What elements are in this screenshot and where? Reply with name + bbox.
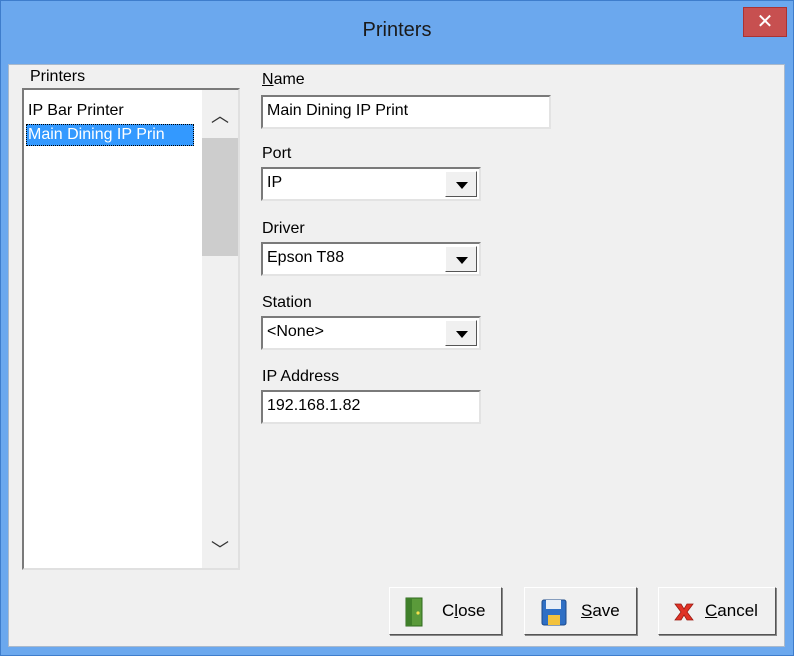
- list-scrollbar[interactable]: ︿ ﹀: [202, 90, 238, 568]
- scroll-down-arrow-icon[interactable]: ﹀: [202, 536, 238, 566]
- name-field[interactable]: Main Dining IP Print: [261, 95, 551, 129]
- close-button[interactable]: Close: [389, 587, 502, 635]
- chevron-down-icon[interactable]: [445, 171, 477, 197]
- name-label: Name: [262, 71, 305, 88]
- list-item-main-dining-ip-printer[interactable]: Main Dining IP Prin: [26, 124, 194, 146]
- ip-address-field[interactable]: 192.168.1.82: [261, 390, 481, 424]
- driver-label: Driver: [262, 220, 305, 237]
- port-label: Port: [262, 145, 292, 162]
- save-button[interactable]: Save: [524, 587, 637, 635]
- ip-address-label: IP Address: [262, 368, 340, 385]
- port-dropdown[interactable]: IP: [261, 167, 481, 201]
- chevron-down-icon[interactable]: [445, 320, 477, 346]
- red-x-icon: [671, 597, 697, 627]
- title-bar[interactable]: Printers ✕: [1, 1, 793, 65]
- station-label: Station: [262, 294, 312, 311]
- port-value: IP: [267, 174, 283, 191]
- scroll-thumb[interactable]: [202, 138, 238, 256]
- driver-value: Epson T88: [267, 249, 345, 266]
- window-close-button[interactable]: ✕: [743, 7, 787, 37]
- window-title: Printers: [362, 19, 432, 41]
- chevron-down-icon[interactable]: [445, 246, 477, 272]
- scroll-up-arrow-icon[interactable]: ︿: [202, 102, 238, 132]
- cancel-button[interactable]: Cancel: [658, 587, 776, 635]
- door-icon: [402, 597, 428, 627]
- list-item-ip-bar-printer[interactable]: IP Bar Printer: [26, 100, 194, 122]
- save-button-label: Save: [581, 601, 620, 620]
- station-value: <None>: [267, 323, 324, 340]
- printers-listbox[interactable]: IP Bar Printer Main Dining IP Prin ︿ ﹀: [22, 88, 240, 570]
- floppy-disk-icon: [541, 597, 567, 627]
- printers-list-label: Printers: [30, 68, 86, 85]
- cancel-button-label: Cancel: [705, 601, 758, 620]
- close-icon: ✕: [756, 11, 774, 33]
- close-button-label: Close: [442, 601, 486, 620]
- station-dropdown[interactable]: <None>: [261, 316, 481, 350]
- driver-dropdown[interactable]: Epson T88: [261, 242, 481, 276]
